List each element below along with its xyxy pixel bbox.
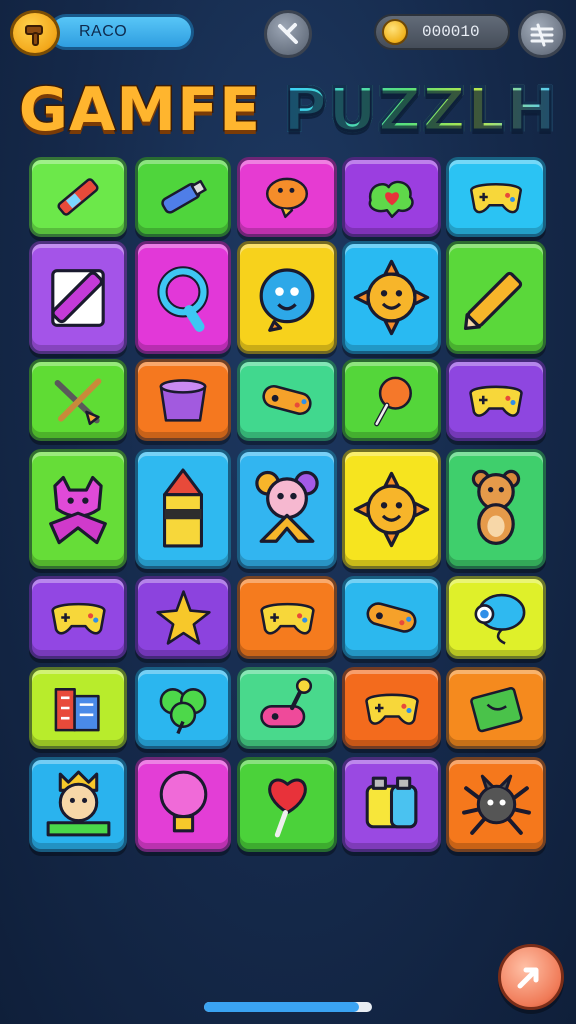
puzzle-tile[interactable] — [135, 241, 231, 354]
puzzle-tile[interactable] — [135, 157, 231, 237]
puzzle-tile[interactable] — [29, 576, 127, 659]
buildings-icon — [54, 688, 100, 732]
title-word-2: PUZZLH — [282, 74, 558, 147]
puzzle-tile[interactable] — [342, 576, 441, 659]
heart-lollipop-icon — [267, 778, 307, 838]
puzzle-tile[interactable] — [342, 757, 441, 852]
balloon-icon — [474, 593, 525, 645]
hammer-icon — [25, 25, 43, 46]
next-button[interactable] — [498, 944, 564, 1010]
gamepad-icon — [259, 602, 315, 635]
gamepad-icon — [469, 385, 523, 417]
top-bar: RACO 000010 — [0, 0, 576, 70]
puzzle-tile[interactable] — [237, 576, 337, 659]
puzzle-tile[interactable] — [446, 359, 546, 441]
puzzle-tile[interactable] — [135, 449, 231, 569]
gamepad-icon — [50, 602, 106, 635]
puzzle-tile[interactable] — [446, 667, 546, 749]
puzzle-tile[interactable] — [446, 757, 546, 852]
puzzle-tile[interactable] — [237, 241, 337, 354]
title-word-1: GAMFE — [17, 74, 262, 147]
blob-creature-icon — [259, 267, 315, 332]
tools-icon — [278, 23, 298, 44]
bucket-icon — [159, 379, 207, 422]
puzzle-tile[interactable] — [237, 757, 337, 852]
puzzle-tile[interactable] — [135, 359, 231, 441]
puzzle-tile[interactable] — [446, 576, 546, 659]
puzzle-tile[interactable] — [237, 449, 337, 569]
crayon-icon — [57, 178, 99, 216]
cat-character-icon — [49, 475, 107, 545]
game-title: GAMFE PUZZLH — [0, 72, 576, 148]
spider-icon — [461, 774, 531, 835]
puzzle-tile[interactable] — [342, 667, 441, 749]
lollipop-icon — [373, 376, 412, 427]
puzzle-tile[interactable] — [29, 241, 127, 354]
puzzle-tile[interactable] — [29, 449, 127, 569]
scroll-thumb[interactable] — [204, 1002, 359, 1012]
lightbulb-icon — [159, 770, 207, 833]
bear-character-icon — [255, 470, 319, 543]
magnifier-icon — [157, 265, 209, 332]
tools-button[interactable] — [264, 10, 312, 58]
sun-face-icon — [353, 471, 430, 547]
crayon-card-icon — [51, 268, 105, 327]
puzzle-tile[interactable] — [342, 157, 441, 237]
puzzle-tile[interactable] — [446, 241, 546, 354]
puzzle-tile[interactable] — [237, 359, 337, 441]
gamepad-icon — [364, 693, 419, 725]
profile-avatar-button[interactable] — [10, 10, 60, 56]
puzzle-tile[interactable] — [135, 667, 231, 749]
pencil-icon — [463, 271, 523, 330]
controller-flat-icon — [366, 602, 417, 633]
rocket-icon — [163, 468, 203, 548]
puzzle-tile[interactable] — [446, 449, 546, 569]
gamepad-icon — [470, 183, 522, 214]
puzzle-tile[interactable] — [29, 157, 127, 237]
puzzle-tile[interactable] — [135, 576, 231, 659]
puzzle-tile[interactable] — [135, 757, 231, 852]
player-name: RACO — [79, 23, 128, 40]
heart-cloud-icon — [368, 180, 414, 219]
player-name-pill[interactable]: RACO — [48, 14, 194, 50]
coin-icon — [382, 19, 408, 45]
coin-counter: 000010 — [374, 14, 510, 50]
clover-icon — [159, 688, 207, 735]
puzzle-tile[interactable] — [237, 667, 337, 749]
controller-flat-icon — [262, 385, 312, 415]
puzzle-tile[interactable] — [29, 359, 127, 441]
joystick-icon — [260, 677, 313, 728]
star-icon — [155, 590, 211, 645]
king-cat-icon — [46, 770, 110, 837]
crossed-swords-icon — [54, 378, 102, 426]
settings-button[interactable] — [518, 10, 566, 58]
sun-face-icon — [353, 259, 430, 336]
puzzle-tile[interactable] — [29, 667, 127, 749]
green-card-icon — [470, 686, 523, 733]
cookie-creature-icon — [265, 177, 309, 219]
puzzle-tile[interactable] — [237, 157, 337, 237]
coin-count: 000010 — [422, 23, 480, 41]
arrow-icon — [517, 967, 539, 989]
battery-jar-icon — [365, 776, 418, 829]
teddy-bear-icon — [471, 469, 521, 546]
scroll-bar[interactable] — [204, 1002, 372, 1012]
puzzle-tile[interactable] — [446, 157, 546, 237]
puzzle-tile[interactable] — [342, 359, 441, 441]
puzzle-tile[interactable] — [29, 757, 127, 852]
puzzle-tile[interactable] — [342, 449, 441, 569]
tube-icon — [161, 179, 207, 214]
puzzle-tile[interactable] — [342, 241, 441, 354]
sliders-icon — [530, 23, 554, 47]
